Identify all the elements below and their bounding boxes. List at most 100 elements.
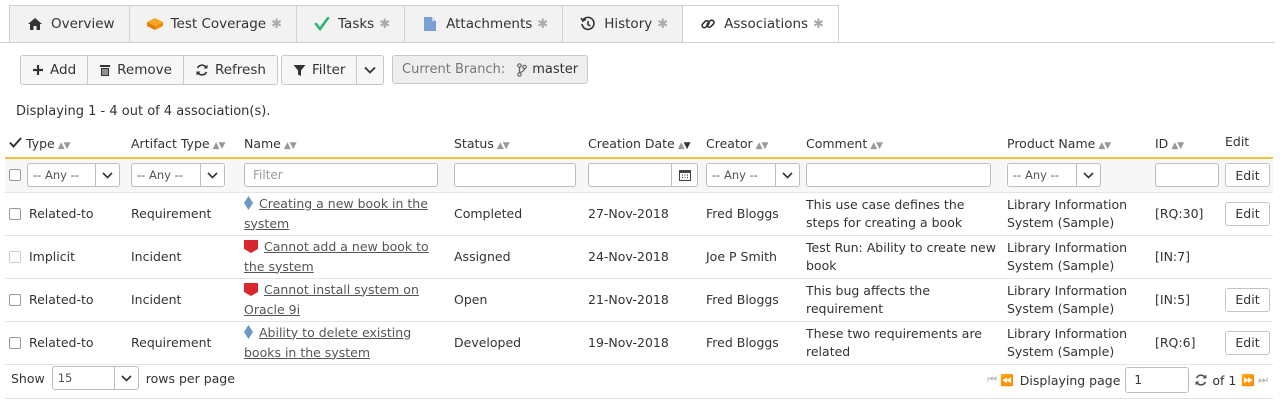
branch-label: Current Branch: [402,62,506,77]
displaying-page-label: Displaying page [1019,372,1121,388]
select-all-checkbox[interactable] [9,169,21,182]
edit-button[interactable]: Edit [1225,201,1270,226]
id-filter-input[interactable] [1155,163,1219,188]
requirement-icon [244,195,253,215]
name-filter-input[interactable]: Filter [244,163,438,188]
association-type: Related-to [28,334,94,350]
type-filter-select[interactable]: -- Any -- [27,163,120,188]
filter-row: -- Any -- -- Any -- Filter -- Any -- -- … [5,158,1273,193]
artifact-name-link[interactable]: Cannot install system on Oracle 9i [244,282,419,317]
next-page-icon[interactable]: ⏩ [1241,374,1255,387]
footer-divider [5,398,1273,399]
tab-tasks[interactable]: Tasks ✱ [296,5,406,43]
sort-arrows-icon[interactable]: ▲▼ [1098,141,1111,151]
sort-arrows-icon[interactable]: ▲▼ [1171,141,1184,151]
artifact-status: Developed [450,321,584,365]
product-name: Library Information System (Sample) [1003,235,1151,279]
artifact-id: [IN:7] [1151,235,1221,279]
trash-icon [99,64,111,77]
artifact-type: Incident [127,235,240,279]
creator: Fred Bloggs [702,321,802,365]
refresh-page-icon[interactable] [1194,373,1208,387]
page-number-input[interactable]: 1 [1125,367,1190,393]
filter-edit-button[interactable]: Edit [1225,163,1270,188]
comment-filter-input[interactable] [806,163,991,188]
add-button-label: Add [50,62,77,78]
sort-arrows-icon[interactable]: ▲▼ [284,141,297,151]
row-checkbox[interactable] [9,208,21,220]
column-header-name[interactable]: Name ▲▼ [240,130,450,159]
rows-per-page-control: Show 15 rows per page [11,366,235,390]
association-type: Related-to [28,291,94,307]
creator-filter-select[interactable]: -- Any -- [706,163,800,188]
filter-button-label: Filter [312,62,346,78]
last-page-icon[interactable]: ⏭ [1258,373,1268,387]
tab-attachments[interactable]: Attachments ✱ [404,5,564,43]
remove-button-label: Remove [117,62,172,78]
column-header-id[interactable]: ID ▲▼ [1151,130,1221,159]
sort-arrows-icon[interactable]: ▲▼ [756,141,769,151]
table-row: Related-to Incident Cannot install syste… [5,278,1273,322]
row-checkbox[interactable] [9,294,21,306]
tab-label: Overview [51,16,115,32]
artifact-status: Completed [450,192,584,236]
sort-arrows-icon[interactable]: ▲▼ [497,141,510,151]
edit-button[interactable]: Edit [1225,287,1270,312]
tab-label: History [604,16,653,32]
artifact-type: Requirement [127,321,240,365]
creator: Joe P Smith [702,235,802,279]
pagination: ⏮ ⏪ Displaying page 1 of 1 ⏩ ⏭ [987,367,1271,393]
edit-button[interactable]: Edit [1225,330,1270,355]
artifact-name-link[interactable]: Cannot add a new book to the system [244,239,429,274]
column-header-product-name[interactable]: Product Name ▲▼ [1003,130,1151,159]
remove-button[interactable]: Remove [87,55,184,85]
row-checkbox[interactable] [9,337,21,349]
filter-dropdown-button[interactable] [356,55,385,85]
sort-arrows-icon[interactable]: ▲▼ [213,141,226,151]
status-filter-input[interactable] [454,163,576,188]
first-page-icon[interactable]: ⏮ [987,373,997,387]
filter-icon [293,64,306,77]
column-header-creator[interactable]: Creator ▲▼ [702,130,802,159]
unsaved-star-icon: ✱ [271,16,283,32]
artifact-name-link[interactable]: Creating a new book in the system [244,196,428,231]
artifact-type-filter-select[interactable]: -- Any -- [131,163,225,188]
comment: These two requirements are related [802,321,1003,365]
tab-overview[interactable]: Overview [9,5,130,43]
comment: Test Run: Ability to create new book [802,235,1003,279]
rows-per-page-select[interactable]: 15 [51,366,139,390]
filter-button[interactable]: Filter [281,55,358,85]
sort-arrows-icon[interactable]: ▲▼ [870,141,883,151]
column-header-status[interactable]: Status ▲▼ [450,130,584,159]
column-header-creation-date[interactable]: Creation Date ▲▼ [584,130,702,159]
link-icon [699,16,717,32]
tab-label: Test Coverage [170,16,267,32]
chevron-down-icon [364,62,377,78]
artifact-id: [IN:5] [1151,278,1221,322]
column-header-type[interactable]: Type ▲▼ [5,130,127,159]
previous-page-icon[interactable]: ⏪ [1000,374,1014,387]
sort-arrows-active-icon[interactable]: ▲▼ [678,141,691,151]
artifact-name-link[interactable]: Ability to delete existing books in the … [244,325,411,360]
select-all-check-icon[interactable] [9,136,22,151]
current-branch-indicator[interactable]: Current Branch: master [392,55,589,84]
column-header-artifact-type[interactable]: Artifact Type ▲▼ [127,130,240,159]
refresh-button[interactable]: Refresh [182,55,278,85]
chevron-down-icon [95,164,119,187]
tab-associations[interactable]: Associations ✱ [682,5,839,43]
sort-arrows-icon[interactable]: ▲▼ [58,141,71,151]
history-icon [579,16,597,32]
tab-label: Tasks [338,16,375,32]
refresh-button-label: Refresh [214,62,266,78]
product-filter-select[interactable]: -- Any -- [1007,163,1101,188]
table-row: Related-to Requirement Ability to delete… [5,321,1273,365]
creation-date-filter[interactable] [588,163,698,188]
calendar-icon[interactable] [671,164,697,187]
add-button[interactable]: Add [20,55,89,85]
chevron-down-icon [200,164,224,187]
artifact-type: Requirement [127,192,240,236]
artifact-id: [RQ:6] [1151,321,1221,365]
tab-test-coverage[interactable]: Test Coverage ✱ [128,5,298,43]
tab-history[interactable]: History ✱ [562,5,684,43]
column-header-comment[interactable]: Comment ▲▼ [802,130,1003,159]
